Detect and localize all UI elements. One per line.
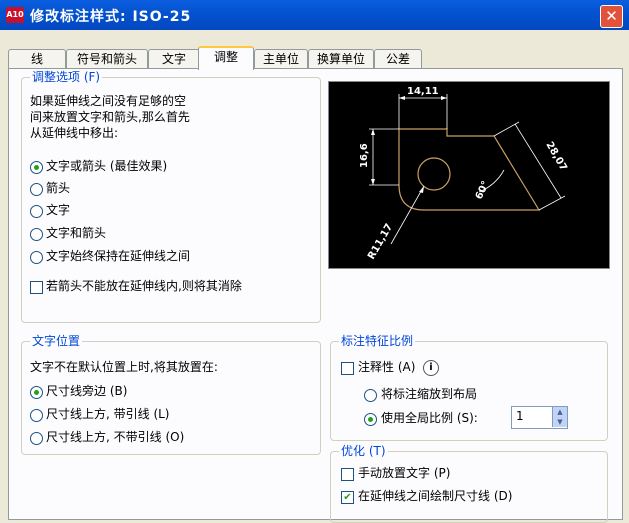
radio-label: 文字和箭头 bbox=[46, 226, 107, 240]
scale-legend: 标注特征比例 bbox=[339, 334, 416, 348]
radio-label: 使用全局比例 (S): bbox=[381, 411, 478, 425]
tab-text[interactable]: 文字 bbox=[148, 49, 200, 68]
overall-scale-value[interactable]: 1 bbox=[516, 409, 524, 423]
radio-button[interactable] bbox=[30, 183, 43, 196]
info-icon[interactable]: i bbox=[423, 360, 439, 376]
fine-tuning-group: 优化 (T) bbox=[330, 444, 608, 523]
tab-fit[interactable]: 调整 bbox=[198, 46, 254, 70]
checkbox[interactable] bbox=[341, 362, 354, 375]
text-placement-legend: 文字位置 bbox=[30, 334, 83, 348]
radio-label: 文字 bbox=[46, 203, 71, 217]
preview-dim-radius: R11,17 bbox=[366, 222, 395, 262]
fit-description-line3: 从延伸线中移出: bbox=[30, 126, 119, 140]
spin-up-icon[interactable]: ▲ bbox=[552, 407, 567, 417]
tab-tolerances[interactable]: 公差 bbox=[374, 49, 422, 68]
radio-label: 将标注缩放到布局 bbox=[381, 387, 478, 401]
radio-button[interactable] bbox=[30, 205, 43, 218]
tab-primary-units[interactable]: 主单位 bbox=[254, 49, 308, 68]
checkbox[interactable] bbox=[30, 281, 43, 294]
radio-button[interactable] bbox=[364, 413, 377, 426]
spin-down-icon[interactable]: ▼ bbox=[552, 417, 567, 427]
tab-lines[interactable]: 线 bbox=[8, 49, 66, 68]
checkbox[interactable]: ✔ bbox=[341, 491, 354, 504]
preview-hole bbox=[417, 157, 451, 191]
checkbox[interactable] bbox=[341, 468, 354, 481]
text-placement-description: 文字不在默认位置上时,将其放置在: bbox=[30, 360, 218, 374]
radio-label: 箭头 bbox=[46, 181, 71, 195]
title-bar: A10 修改标注样式: ISO-25 ✕ bbox=[0, 0, 629, 30]
radio-button[interactable] bbox=[364, 389, 377, 402]
close-icon: ✕ bbox=[605, 7, 618, 25]
radio-button[interactable] bbox=[30, 161, 43, 174]
fine-tuning-legend: 优化 (T) bbox=[339, 444, 388, 458]
preview-dim-top: 14,11 bbox=[407, 86, 439, 97]
preview-dim-slant: 28,07 bbox=[543, 140, 568, 173]
radio-label: 尺寸线上方, 不带引线 (O) bbox=[46, 430, 185, 444]
checkbox-label: 在延伸线之间绘制尺寸线 (D) bbox=[358, 489, 513, 503]
checkbox-label: 注释性 (A) bbox=[358, 360, 416, 374]
preview-part-outline bbox=[398, 128, 541, 211]
fit-description-line2: 间来放置文字和箭头,那么首先 bbox=[30, 110, 190, 124]
fit-description-line1: 如果延伸线之间没有足够的空 bbox=[30, 94, 187, 108]
radio-label: 文字始终保持在延伸线之间 bbox=[46, 249, 191, 263]
radio-button[interactable] bbox=[30, 432, 43, 445]
tab-alternate-units[interactable]: 换算单位 bbox=[308, 49, 374, 68]
checkbox-label: 若箭头不能放在延伸线内,则将其消除 bbox=[46, 279, 242, 293]
close-button[interactable]: ✕ bbox=[600, 5, 623, 28]
preview-dim-angle: 60° bbox=[474, 179, 492, 201]
radio-button[interactable] bbox=[30, 386, 43, 399]
fit-options-legend: 调整选项 (F) bbox=[30, 70, 103, 84]
window-title: 修改标注样式: ISO-25 bbox=[30, 9, 192, 25]
preview-drawing: 14,11 16,6 28,07 60° R11,17 bbox=[359, 86, 569, 262]
checkbox-label: 手动放置文字 (P) bbox=[358, 466, 451, 480]
overall-scale-spinner[interactable]: 1 ▲ ▼ bbox=[511, 406, 568, 429]
app-icon: A10 bbox=[6, 7, 24, 23]
radio-button[interactable] bbox=[30, 409, 43, 422]
preview-radius-leader bbox=[390, 185, 425, 245]
radio-button[interactable] bbox=[30, 251, 43, 264]
radio-button[interactable] bbox=[30, 228, 43, 241]
preview-dim-left: 16,6 bbox=[359, 143, 370, 168]
radio-label: 尺寸线上方, 带引线 (L) bbox=[46, 407, 170, 421]
tab-symbols-arrows[interactable]: 符号和箭头 bbox=[66, 49, 148, 68]
dimension-preview: 14,11 16,6 28,07 60° R11,17 bbox=[328, 81, 610, 269]
radio-label: 尺寸线旁边 (B) bbox=[46, 384, 128, 398]
radio-label: 文字或箭头 (最佳效果) bbox=[46, 159, 168, 173]
